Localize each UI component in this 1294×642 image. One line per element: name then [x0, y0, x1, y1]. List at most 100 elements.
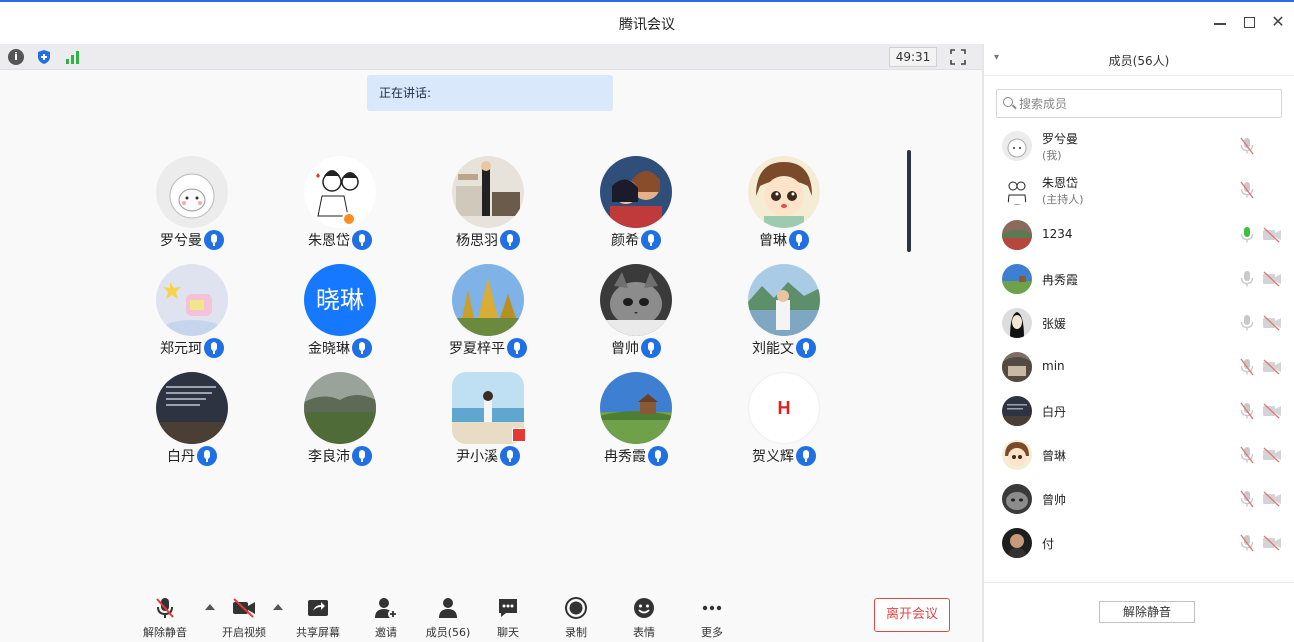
avatar	[1002, 440, 1032, 470]
member-name: 冉秀霞	[1042, 273, 1079, 287]
meeting-timer: 49:31	[889, 47, 937, 67]
mic-icon	[204, 230, 224, 250]
avatar	[1002, 264, 1032, 294]
grid-scrollbar[interactable]	[907, 150, 911, 252]
mic-icon	[789, 230, 809, 250]
participant-tile[interactable]: 李良沛	[266, 368, 414, 476]
participant-tile[interactable]: 刘能文	[710, 260, 858, 368]
share-screen-icon	[308, 600, 328, 616]
close-button[interactable]: ✕	[1270, 14, 1286, 30]
participant-tile[interactable]: 曾帅	[562, 260, 710, 368]
avatar	[600, 264, 672, 336]
mic-muted-icon	[1240, 181, 1254, 199]
participant-tile[interactable]: 罗兮曼	[118, 152, 266, 260]
mic-muted-icon	[1240, 137, 1254, 155]
maximize-button[interactable]	[1241, 14, 1257, 30]
members-panel: ▾ 成员(56人) 罗兮曼 (我) 朱恩岱 (主持人) 1234 冉秀霞张媛 min 白丹曾琳…	[984, 44, 1294, 642]
member-row[interactable]: 白丹	[984, 389, 1294, 433]
participant-name: 颜希	[611, 233, 639, 249]
member-row[interactable]: 曾琳	[984, 433, 1294, 477]
avatar	[1002, 175, 1032, 205]
add-user-icon	[375, 598, 398, 619]
video-options-caret[interactable]	[273, 604, 283, 610]
avatar	[748, 264, 820, 336]
mic-muted-icon	[1240, 490, 1254, 508]
member-name: 付	[1042, 537, 1055, 551]
member-row[interactable]: 1234	[984, 213, 1294, 257]
participant-tile[interactable]: 曾琳	[710, 152, 858, 260]
mic-icon	[641, 230, 661, 250]
shield-icon[interactable]	[36, 49, 52, 65]
members-icon	[439, 598, 457, 618]
leave-meeting-button[interactable]: 离开会议	[874, 598, 950, 632]
avatar	[156, 372, 228, 444]
member-name: 白丹	[1042, 405, 1067, 419]
mic-icon	[796, 446, 816, 466]
unmute-all-button[interactable]: 解除静音	[1099, 601, 1195, 623]
participant-tile[interactable]: 颜希	[562, 152, 710, 260]
member-name: 曾琳	[1042, 449, 1067, 463]
avatar	[600, 372, 672, 444]
mic-icon	[500, 230, 520, 250]
mic-icon	[1240, 271, 1254, 287]
participant-tile[interactable]: H 贺义辉	[710, 368, 858, 476]
avatar	[304, 372, 376, 444]
mic-icon	[507, 338, 527, 358]
participant-name: 杨思羽	[456, 233, 498, 249]
avatar	[156, 264, 228, 336]
participant-name: 罗兮曼	[160, 233, 202, 249]
member-row[interactable]: 张媛	[984, 301, 1294, 345]
more-icon	[702, 605, 722, 611]
mic-active-icon	[1240, 227, 1254, 243]
participant-tile[interactable]: 郑元珂	[118, 260, 266, 368]
info-icon[interactable]: i	[8, 49, 24, 65]
avatar	[1002, 484, 1032, 514]
camera-off-icon	[1263, 535, 1281, 551]
member-name: min	[1042, 359, 1065, 373]
avatar	[1002, 528, 1032, 558]
mic-icon	[500, 446, 520, 466]
unmute-button[interactable]: 解除静音	[135, 596, 195, 640]
mic-muted-icon	[1240, 358, 1254, 376]
participant-name: 金晓琳	[308, 341, 350, 357]
camera-off-icon	[1263, 315, 1281, 331]
share-screen-button[interactable]: 共享屏幕	[288, 596, 348, 640]
invite-button[interactable]: 邀请	[356, 596, 416, 640]
participant-tile[interactable]: 冉秀霞	[562, 368, 710, 476]
member-row[interactable]: 罗兮曼 (我)	[984, 124, 1294, 168]
participant-tile[interactable]: 朱恩岱	[266, 152, 414, 260]
participant-tile[interactable]: 杨思羽	[414, 152, 562, 260]
member-role: (主持人)	[1042, 193, 1084, 206]
emoji-icon	[634, 598, 654, 618]
members-button[interactable]: 成员(56)	[418, 596, 478, 640]
mic-icon	[352, 230, 372, 250]
search-input[interactable]	[1019, 94, 1274, 114]
record-button[interactable]: 录制	[546, 596, 606, 640]
mic-icon	[648, 446, 668, 466]
camera-off-icon	[1263, 491, 1281, 507]
participant-tile[interactable]: 罗夏梓平	[414, 260, 562, 368]
fullscreen-icon[interactable]	[950, 49, 966, 65]
avatar	[1002, 396, 1032, 426]
speaking-banner: 正在讲话:	[367, 75, 613, 111]
mic-muted-icon	[156, 598, 174, 618]
member-row[interactable]: 付	[984, 521, 1294, 565]
minimize-button[interactable]	[1212, 14, 1228, 30]
more-button[interactable]: 更多	[682, 596, 742, 640]
start-video-button[interactable]: 开启视频	[214, 596, 274, 640]
participant-name: 朱恩岱	[308, 233, 350, 249]
camera-off-icon	[1263, 227, 1281, 243]
participant-name: 郑元珂	[160, 341, 202, 357]
reactions-button[interactable]: 表情	[614, 596, 674, 640]
member-row[interactable]: min	[984, 345, 1294, 389]
member-row[interactable]: 朱恩岱 (主持人)	[984, 168, 1294, 212]
camera-off-icon	[233, 598, 255, 618]
participant-tile[interactable]: 白丹	[118, 368, 266, 476]
chat-button[interactable]: 聊天	[478, 596, 538, 640]
member-row[interactable]: 曾帅	[984, 477, 1294, 521]
mic-icon	[1240, 315, 1254, 331]
participant-tile[interactable]: 晓琳 金晓琳	[266, 260, 414, 368]
participant-tile[interactable]: 尹小溪	[414, 368, 562, 476]
signal-icon[interactable]	[64, 49, 80, 65]
member-row[interactable]: 冉秀霞	[984, 257, 1294, 301]
